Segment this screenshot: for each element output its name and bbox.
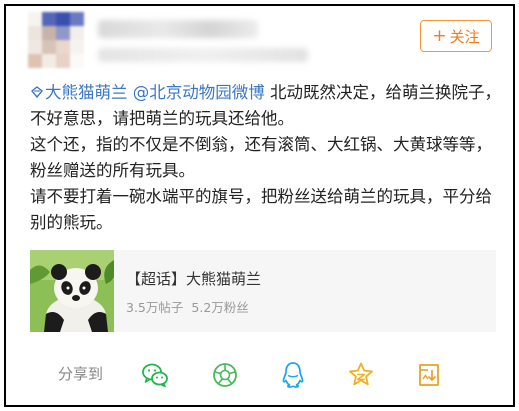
post-meta-blurred: [98, 48, 308, 62]
share-bar: 分享到: [6, 354, 513, 394]
wechat-icon[interactable]: [140, 360, 170, 390]
post-paragraph-2: 这个还，指的不仅是不倒翁，还有滚筒、大红锅、大黄球等等，粉丝赠送的所有玩具。: [30, 135, 492, 180]
post-count: 3.5万帖子: [126, 300, 184, 315]
post-body: 大熊猫萌兰 @北京动物园微博 北动既然决定，给萌兰换院子，不好意思，请把萌兰的玩…: [30, 80, 504, 236]
supertopic-stats: 3.5万帖子 5.2万粉丝: [122, 297, 253, 316]
post-paragraph-3: 请不要打着一碗水端平的旗号，把粉丝送给萌兰的玩具，平分给别的熊玩。: [30, 187, 492, 232]
plus-icon: +: [432, 25, 447, 46]
avatar[interactable]: [28, 12, 84, 68]
topic-link[interactable]: 大熊猫萌兰: [30, 83, 133, 102]
follow-label: 关注: [449, 27, 480, 46]
follow-button[interactable]: + 关注: [420, 20, 492, 52]
weibo-post-card: + 关注 大熊猫萌兰 @北京动物园微博 北动既然决定，给萌兰换院子，不好意思，请…: [4, 4, 515, 407]
topic-label: 大熊猫萌兰: [45, 83, 128, 102]
moments-icon[interactable]: [210, 360, 240, 390]
panda-thumbnail: [30, 250, 114, 332]
save-image-icon[interactable]: [414, 360, 444, 390]
supertopic-title: 【超话】大熊猫萌兰: [126, 270, 262, 288]
username-blurred[interactable]: [98, 20, 258, 38]
fan-count: 5.2万粉丝: [191, 300, 249, 315]
supertopic-card[interactable]: 【超话】大熊猫萌兰 3.5万帖子 5.2万粉丝: [30, 250, 496, 332]
share-label: 分享到: [58, 365, 104, 383]
qzone-icon[interactable]: [346, 360, 376, 390]
mention-link[interactable]: @北京动物园微博: [133, 83, 265, 102]
supertopic-diamond-icon: [31, 86, 43, 99]
qq-icon[interactable]: [278, 360, 308, 390]
